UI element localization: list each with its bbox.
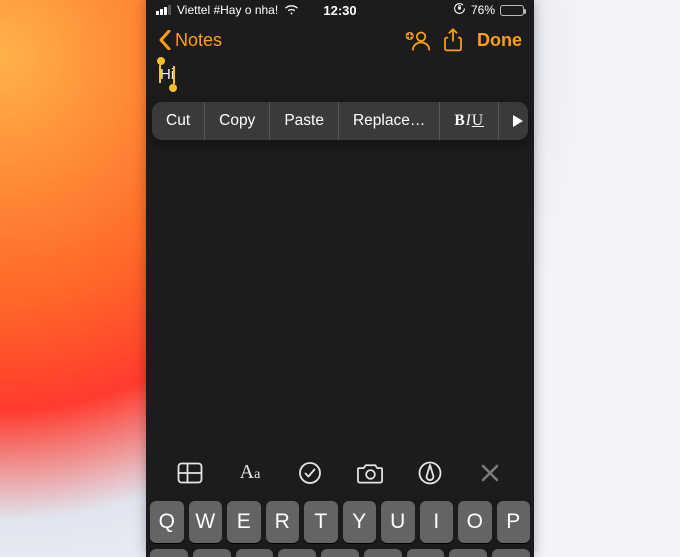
status-bar: Viettel #Hay o nha! 12:30 76% <box>146 0 534 18</box>
key-q[interactable]: Q <box>150 501 184 543</box>
dismiss-toolbar-button[interactable] <box>475 458 505 488</box>
phone-screen: Viettel #Hay o nha! 12:30 76% Notes <box>146 0 534 557</box>
add-people-button[interactable] <box>399 22 435 58</box>
key-w[interactable]: W <box>189 501 223 543</box>
clock: 12:30 <box>323 3 356 18</box>
key-o[interactable]: O <box>458 501 492 543</box>
check-circle-icon <box>298 461 322 485</box>
wifi-icon <box>284 3 299 18</box>
battery-icon <box>500 5 524 16</box>
more-arrow-button[interactable] <box>499 102 528 140</box>
checklist-button[interactable] <box>295 458 325 488</box>
keyboard-row-2-peek <box>150 549 530 557</box>
carrier-label: Viettel #Hay o nha! <box>177 3 278 17</box>
key-p[interactable]: P <box>497 501 531 543</box>
key-i[interactable]: I <box>420 501 454 543</box>
keyboard-row-1: Q W E R T Y U I O P <box>150 501 530 543</box>
share-button[interactable] <box>435 22 471 58</box>
pen-circle-icon <box>418 461 442 485</box>
nav-bar: Notes Done <box>146 18 534 62</box>
format-biu-button[interactable]: BIU <box>440 102 499 140</box>
battery-pct: 76% <box>471 3 495 17</box>
note-editor[interactable]: Hi <box>146 62 534 82</box>
text-context-menu: Cut Copy Paste Replace… BIU <box>152 102 528 140</box>
selection-handle-end[interactable] <box>169 84 177 92</box>
paste-button[interactable]: Paste <box>270 102 339 140</box>
camera-button[interactable] <box>355 458 385 488</box>
chevron-left-icon <box>158 30 172 50</box>
selected-text[interactable]: Hi <box>160 66 174 83</box>
key-y[interactable]: Y <box>343 501 377 543</box>
key-t[interactable]: T <box>304 501 338 543</box>
table-button[interactable] <box>175 458 205 488</box>
share-icon <box>443 28 463 52</box>
done-button[interactable]: Done <box>477 30 522 51</box>
camera-icon <box>357 462 384 484</box>
keyboard-toolbar: Aa <box>146 450 534 495</box>
signal-icon <box>156 5 171 15</box>
wallpaper: Viettel #Hay o nha! 12:30 76% Notes <box>0 0 680 557</box>
text-format-button[interactable]: Aa <box>235 458 265 488</box>
note-empty-area[interactable] <box>146 140 534 450</box>
keyboard: Q W E R T Y U I O P <box>146 495 534 557</box>
markup-button[interactable] <box>415 458 445 488</box>
triangle-right-icon <box>511 114 525 128</box>
back-button[interactable]: Notes <box>158 30 222 51</box>
aa-icon: Aa <box>240 461 261 484</box>
copy-button[interactable]: Copy <box>205 102 270 140</box>
close-icon <box>480 463 500 483</box>
selection-handle-start[interactable] <box>157 57 165 65</box>
add-people-icon <box>404 29 430 51</box>
key-r[interactable]: R <box>266 501 300 543</box>
replace-button[interactable]: Replace… <box>339 102 440 140</box>
key-u[interactable]: U <box>381 501 415 543</box>
cut-button[interactable]: Cut <box>152 102 205 140</box>
key-e[interactable]: E <box>227 501 261 543</box>
back-label: Notes <box>175 30 222 51</box>
table-icon <box>177 462 203 484</box>
orientation-lock-icon <box>453 2 466 18</box>
